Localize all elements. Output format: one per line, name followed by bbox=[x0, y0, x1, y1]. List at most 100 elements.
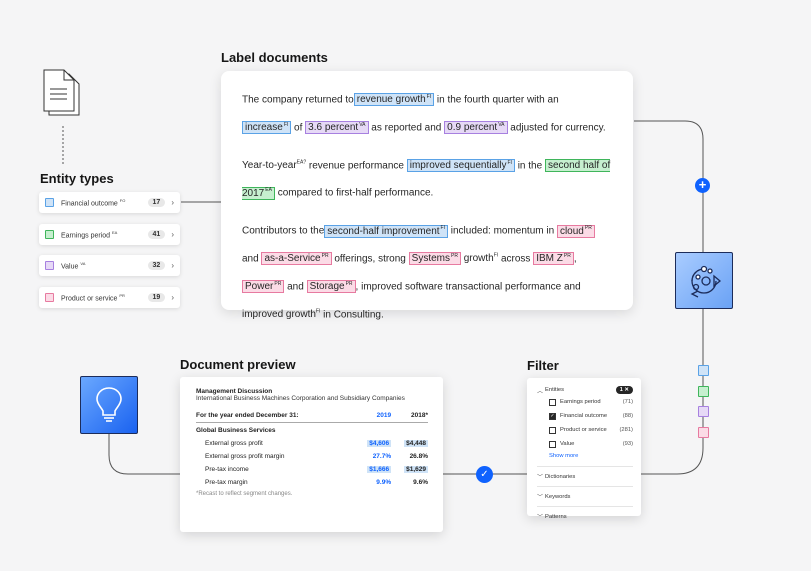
add-node-button[interactable]: + bbox=[695, 178, 710, 193]
filter-title: Filter bbox=[527, 358, 559, 373]
chevron-right-icon: › bbox=[171, 229, 174, 239]
entity-tag[interactable]: revenue growthFI bbox=[353, 93, 435, 107]
entity-types-list: Financial outcome FO 17 › Earnings period E… bbox=[39, 192, 180, 319]
financial-table: For the year ended December 31: 2019 201… bbox=[196, 412, 428, 489]
paragraph-3: Contributors to the second-half improveme… bbox=[242, 216, 613, 327]
text-span: and bbox=[284, 281, 307, 293]
document-icon bbox=[43, 69, 83, 122]
text-span: , improved software transactional perfor… bbox=[355, 281, 581, 293]
preview-heading: Management Discussion bbox=[196, 388, 273, 395]
value-2019: $1,666 bbox=[367, 466, 392, 473]
earnings-period-node bbox=[698, 386, 709, 397]
row-label: External gross profit bbox=[205, 440, 263, 447]
label-documents-title: Label documents bbox=[221, 50, 328, 65]
entity-type-label: Value VA bbox=[61, 261, 86, 271]
divider bbox=[537, 466, 633, 467]
entity-tag[interactable]: increaseFI bbox=[242, 121, 292, 135]
text-span: of bbox=[291, 122, 306, 134]
entity-tag[interactable]: 0.9 percentVA bbox=[444, 121, 508, 135]
workflow-icon bbox=[690, 265, 722, 298]
show-more-link[interactable]: Show more bbox=[537, 451, 633, 463]
preview-note: *Recast to reflect segment changes. bbox=[196, 491, 293, 497]
text-span: in Consulting. bbox=[320, 309, 384, 321]
checkbox[interactable] bbox=[549, 426, 556, 434]
dictionaries-accordion[interactable]: ﹀ Dictionaries bbox=[537, 470, 633, 483]
option-label: Earnings period bbox=[560, 399, 601, 405]
col-label: For the year ended December 31: bbox=[196, 412, 355, 423]
row-label: External gross profit margin bbox=[205, 453, 285, 460]
patterns-accordion[interactable]: ﹀ Patterns bbox=[537, 510, 633, 523]
chevron-right-icon: › bbox=[171, 293, 174, 303]
option-count: (88) bbox=[622, 413, 633, 419]
filter-panel: ︿ Entities 1 ✕ Earnings period (71) ✓ Finan… bbox=[527, 378, 641, 521]
entity-tag[interactable]: 3.6 percentVA bbox=[305, 121, 369, 135]
option-label: Value bbox=[560, 441, 575, 447]
dictionaries-label: Dictionaries bbox=[545, 473, 576, 480]
filter-option[interactable]: ✓ Financial outcome (88) bbox=[537, 409, 633, 423]
checkbox[interactable]: ✓ bbox=[549, 412, 556, 420]
divider bbox=[537, 486, 633, 487]
workflow-tile bbox=[675, 252, 733, 309]
chevron-down-icon: ﹀ bbox=[537, 495, 544, 501]
entity-count-badge: 32 bbox=[147, 261, 166, 271]
table-row: Pre-tax income $1,666 $1,629 bbox=[196, 463, 428, 476]
entity-tag[interactable]: PowerPR bbox=[242, 280, 285, 294]
entity-type-row[interactable]: Financial outcome FO 17 › bbox=[39, 192, 180, 213]
preview-subheading: International Business Machines Corporat… bbox=[196, 395, 405, 402]
checkbox[interactable] bbox=[549, 398, 556, 406]
label-documents-card: The company returned to revenue growthFI … bbox=[221, 71, 633, 320]
entity-tag[interactable]: cloudPR bbox=[556, 224, 595, 238]
table-row: External gross profit margin 27.7% 26.8% bbox=[196, 450, 428, 463]
entities-badge[interactable]: 1 ✕ bbox=[615, 386, 633, 394]
filter-option[interactable]: Product or service (281) bbox=[537, 423, 633, 437]
value-node bbox=[698, 406, 709, 417]
text-span: Contributors to the bbox=[242, 225, 325, 237]
color-swatch bbox=[45, 229, 54, 239]
checkbox[interactable] bbox=[549, 440, 556, 448]
filter-option[interactable]: Value (93) bbox=[537, 437, 633, 451]
paragraph-1: The company returned to revenue growthFI … bbox=[242, 85, 613, 141]
entities-label: Entities bbox=[545, 387, 565, 393]
entity-type-row[interactable]: Product or service PR 19 › bbox=[39, 287, 180, 309]
entity-options: Earnings period (71) ✓ Financial outcome (88… bbox=[537, 395, 633, 451]
text-span: Year-to-yearEA? bbox=[242, 159, 307, 171]
entity-tag[interactable]: IBM ZPR bbox=[533, 252, 574, 266]
value-2019: 9.9% bbox=[376, 479, 392, 486]
text-span: growthFI bbox=[460, 253, 499, 265]
chevron-down-icon: ﹀ bbox=[537, 515, 544, 521]
entity-type-label: Product or service PR bbox=[61, 292, 125, 303]
entity-tag[interactable]: second-half improvementFI bbox=[324, 224, 448, 238]
text-span: , bbox=[573, 253, 577, 265]
value-2019: 27.7% bbox=[372, 453, 392, 460]
chevron-down-icon: ﹀ bbox=[537, 475, 544, 481]
filter-option[interactable]: Earnings period (71) bbox=[537, 395, 633, 409]
check-icon: ✓ bbox=[476, 466, 493, 483]
color-swatch bbox=[45, 293, 54, 303]
table-row: External gross profit $4,606 $4,448 bbox=[196, 437, 428, 450]
row-label: Pre-tax margin bbox=[205, 479, 248, 486]
entity-tag[interactable]: as-a-ServicePR bbox=[261, 252, 332, 266]
entity-tag[interactable]: StoragePR bbox=[306, 280, 356, 294]
value-2018: $4,448 bbox=[404, 440, 428, 447]
lightbulb-icon bbox=[96, 387, 122, 422]
text-span: offerings, strong bbox=[331, 253, 409, 265]
entity-count-badge: 19 bbox=[147, 293, 166, 303]
entity-type-label: Earnings period EA bbox=[61, 229, 118, 239]
option-count: (71) bbox=[622, 399, 633, 405]
financial-outcome-node bbox=[698, 365, 709, 376]
entities-accordion[interactable]: ︿ Entities 1 ✕ bbox=[537, 385, 633, 395]
entity-type-row[interactable]: Earnings period EA 41 › bbox=[39, 223, 180, 245]
text-span: improved growthFI bbox=[242, 308, 321, 321]
entity-count-badge: 17 bbox=[147, 198, 166, 207]
text-span: across bbox=[498, 253, 534, 265]
chevron-right-icon: › bbox=[171, 198, 174, 207]
product-or-service-node bbox=[698, 427, 709, 438]
entity-tag[interactable]: improved sequentiallyFI bbox=[406, 158, 515, 172]
text-span: revenue performance bbox=[306, 159, 407, 171]
entity-type-row[interactable]: Value VA 32 › bbox=[39, 255, 180, 277]
keywords-label: Keywords bbox=[545, 493, 571, 500]
keywords-accordion[interactable]: ﹀ Keywords bbox=[537, 490, 633, 503]
text-span: The company returned to bbox=[242, 94, 354, 106]
entity-tag[interactable]: SystemsPR bbox=[408, 252, 461, 266]
entity-type-label: Financial outcome FO bbox=[61, 197, 126, 208]
